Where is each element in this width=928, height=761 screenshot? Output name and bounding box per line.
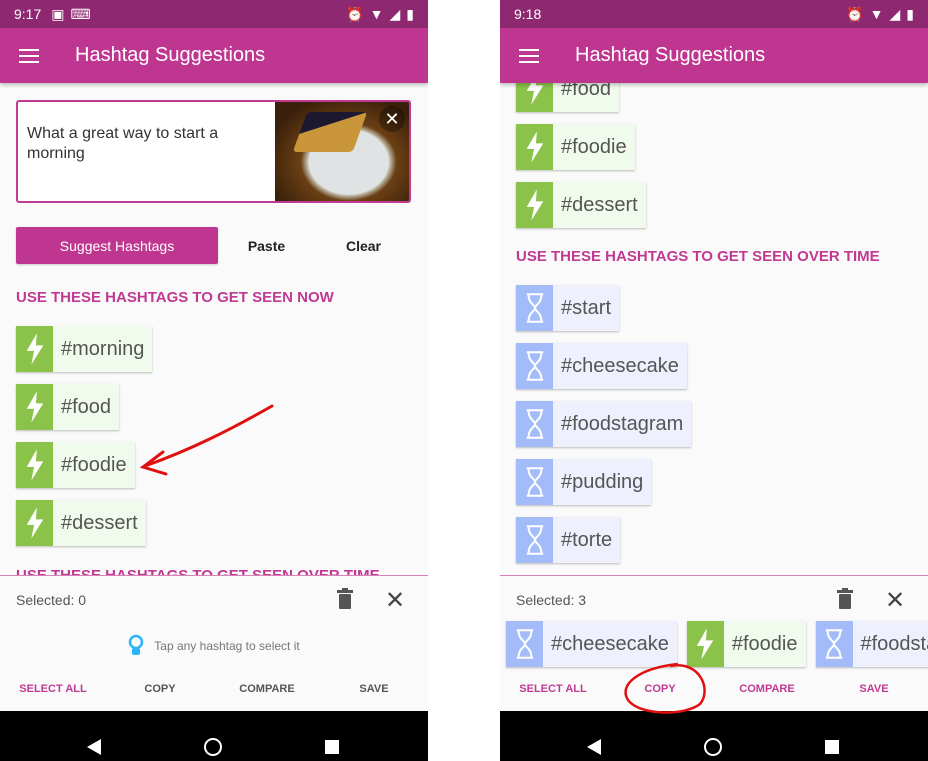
phone-screen-right: 9:18 ⏰ ▼ ◢ ▮ Hashtag Suggestions #food #food… [500, 0, 928, 761]
select-all-button[interactable]: SELECT ALL [19, 683, 86, 695]
annotation-circle [624, 662, 706, 714]
annotation-arrow [139, 404, 274, 476]
back-icon[interactable] [87, 739, 101, 755]
lightbulb-icon [129, 634, 144, 655]
compare-button[interactable]: COMPARE [239, 683, 294, 695]
selected-count: Selected: 0 [16, 592, 87, 608]
tip-text: Tap any hashtag to select it [154, 639, 300, 653]
home-icon[interactable] [204, 738, 222, 756]
close-icon[interactable]: ✕ [385, 586, 405, 615]
recents-icon[interactable] [325, 740, 339, 754]
selection-sheet: Selected: 0 ✕ Tap any hashtag to select … [0, 575, 428, 711]
phone-screen-left: 9:17 ▣ ⌨ ⏰ ▼ ◢ ▮ Hashtag Suggestions What a… [0, 0, 428, 761]
trash-icon[interactable] [336, 588, 354, 610]
save-button[interactable]: SAVE [359, 683, 388, 695]
nav-bar [0, 711, 428, 761]
copy-button[interactable]: COPY [144, 683, 175, 695]
